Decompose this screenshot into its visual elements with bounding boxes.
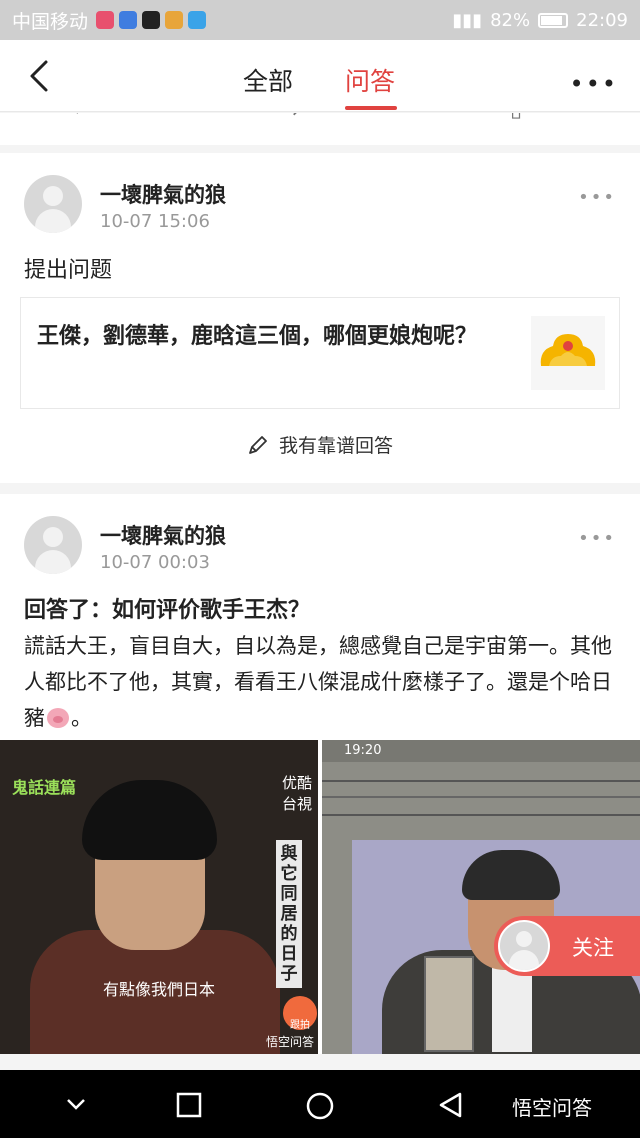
stage-truss bbox=[322, 780, 640, 816]
status-right: ▮▮▮ 82% 22:09 bbox=[452, 10, 628, 31]
battery-icon bbox=[538, 12, 569, 28]
follow-avatar bbox=[498, 920, 550, 972]
app-notification-icon bbox=[165, 11, 184, 29]
follow-button[interactable]: 关注 bbox=[494, 916, 640, 976]
more-options-icon[interactable]: ••• bbox=[570, 70, 618, 98]
like-icon[interactable]: ▯ bbox=[510, 113, 522, 122]
inset-photo bbox=[424, 956, 474, 1052]
header: 全部 问答 ••• bbox=[0, 40, 640, 112]
reply-body[interactable]: 謊話大王，盲目自大，自以為是，總感覺自己是宇宙第一。其他人都比不了他，其實，看看… bbox=[24, 628, 616, 736]
avatar[interactable] bbox=[24, 516, 82, 574]
question-text: 王傑，劉德華，鹿晗這三個，哪個更娘炮呢？ bbox=[37, 324, 478, 349]
timestamp: 10-07 00:03 bbox=[100, 552, 210, 573]
post-image-right[interactable]: 19:20 bbox=[322, 740, 640, 1054]
image-figure-hair bbox=[82, 780, 217, 860]
channel-logo: 优酷台視 bbox=[282, 774, 313, 813]
status-bar: 中国移动 ▮▮▮ 82% 22:09 bbox=[0, 0, 640, 40]
back-icon[interactable] bbox=[438, 1092, 464, 1118]
reply-body-text: 謊話大王，盲目自大，自以為是，總感覺自己是宇宙第一。其他人都比不了他，其實，看看… bbox=[24, 634, 612, 730]
signal-icon: ▮▮▮ bbox=[452, 9, 483, 31]
answer-button-label: 我有靠谱回答 bbox=[278, 435, 393, 457]
previous-item-actions: ↩ ↗ ▯ bbox=[0, 113, 640, 145]
card-more-icon[interactable]: ••• bbox=[578, 187, 616, 208]
vertical-title: 與它同居的日子 bbox=[276, 840, 302, 988]
brand-watermark: 悟空问答 bbox=[512, 1096, 592, 1120]
show-title: 鬼話連篇 bbox=[12, 778, 77, 797]
pencil-icon bbox=[249, 436, 267, 454]
username[interactable]: 一壞脾氣的狼 bbox=[100, 520, 226, 550]
screen: 中国移动 ▮▮▮ 82% 22:09 全部 问答 ••• ↩ ↗ ▯ 一壞脾氣的… bbox=[0, 0, 640, 1138]
share-icon[interactable]: ↩ bbox=[72, 113, 90, 122]
pig-emoji-icon bbox=[47, 708, 69, 728]
timestamp: 10-07 15:06 bbox=[100, 211, 210, 232]
tab-qa[interactable]: 问答 bbox=[345, 62, 395, 98]
wukong-logo-icon bbox=[531, 316, 605, 390]
watermark: 悟空问答 bbox=[265, 1035, 314, 1049]
username[interactable]: 一壞脾氣的狼 bbox=[100, 179, 226, 209]
question-box[interactable]: 王傑，劉德華，鹿晗這三個，哪個更娘炮呢？ bbox=[20, 297, 620, 409]
avatar[interactable] bbox=[24, 175, 82, 233]
system-nav-bar: 悟空问答 bbox=[0, 1070, 640, 1138]
recent-apps-icon[interactable] bbox=[176, 1092, 202, 1118]
action-label: 提出问题 bbox=[24, 258, 113, 283]
carrier-label: 中国移动 bbox=[12, 10, 89, 33]
card-more-icon[interactable]: ••• bbox=[578, 528, 616, 549]
answer-button[interactable]: 我有靠谱回答 bbox=[0, 431, 640, 458]
battery-percent: 82% bbox=[490, 9, 531, 31]
active-tab-indicator bbox=[345, 106, 397, 110]
embedded-status-bar: 19:20 bbox=[322, 740, 640, 762]
tab-all[interactable]: 全部 bbox=[243, 62, 293, 98]
reply-body-end: 。 bbox=[71, 706, 92, 730]
clock: 22:09 bbox=[576, 9, 628, 31]
post-card-question: 一壞脾氣的狼 10-07 15:06 ••• 提出问题 王傑，劉德華，鹿晗這三個… bbox=[0, 153, 640, 483]
nav-hide-icon[interactable] bbox=[64, 1092, 88, 1116]
app-notification-icon bbox=[96, 11, 115, 29]
app-notification-icon bbox=[119, 11, 138, 29]
comment-icon[interactable]: ↗ bbox=[290, 113, 308, 122]
image-caption: 有點像我們日本 bbox=[102, 980, 215, 999]
back-arrow-icon[interactable] bbox=[26, 58, 56, 94]
tiktok-icon bbox=[142, 11, 161, 29]
follow-label: 关注 bbox=[572, 936, 614, 960]
post-image-left[interactable]: 鬼話連篇 优酷台視 與它同居的日子 有點像我們日本 跟拍 悟空问答 bbox=[0, 740, 318, 1054]
reply-title[interactable]: 回答了：如何评价歌手王杰？ bbox=[24, 592, 310, 624]
record-button[interactable]: 跟拍 bbox=[283, 996, 317, 1031]
app-notification-icon bbox=[188, 11, 207, 29]
home-icon[interactable] bbox=[306, 1092, 334, 1120]
embedded-time: 19:20 bbox=[344, 743, 382, 758]
